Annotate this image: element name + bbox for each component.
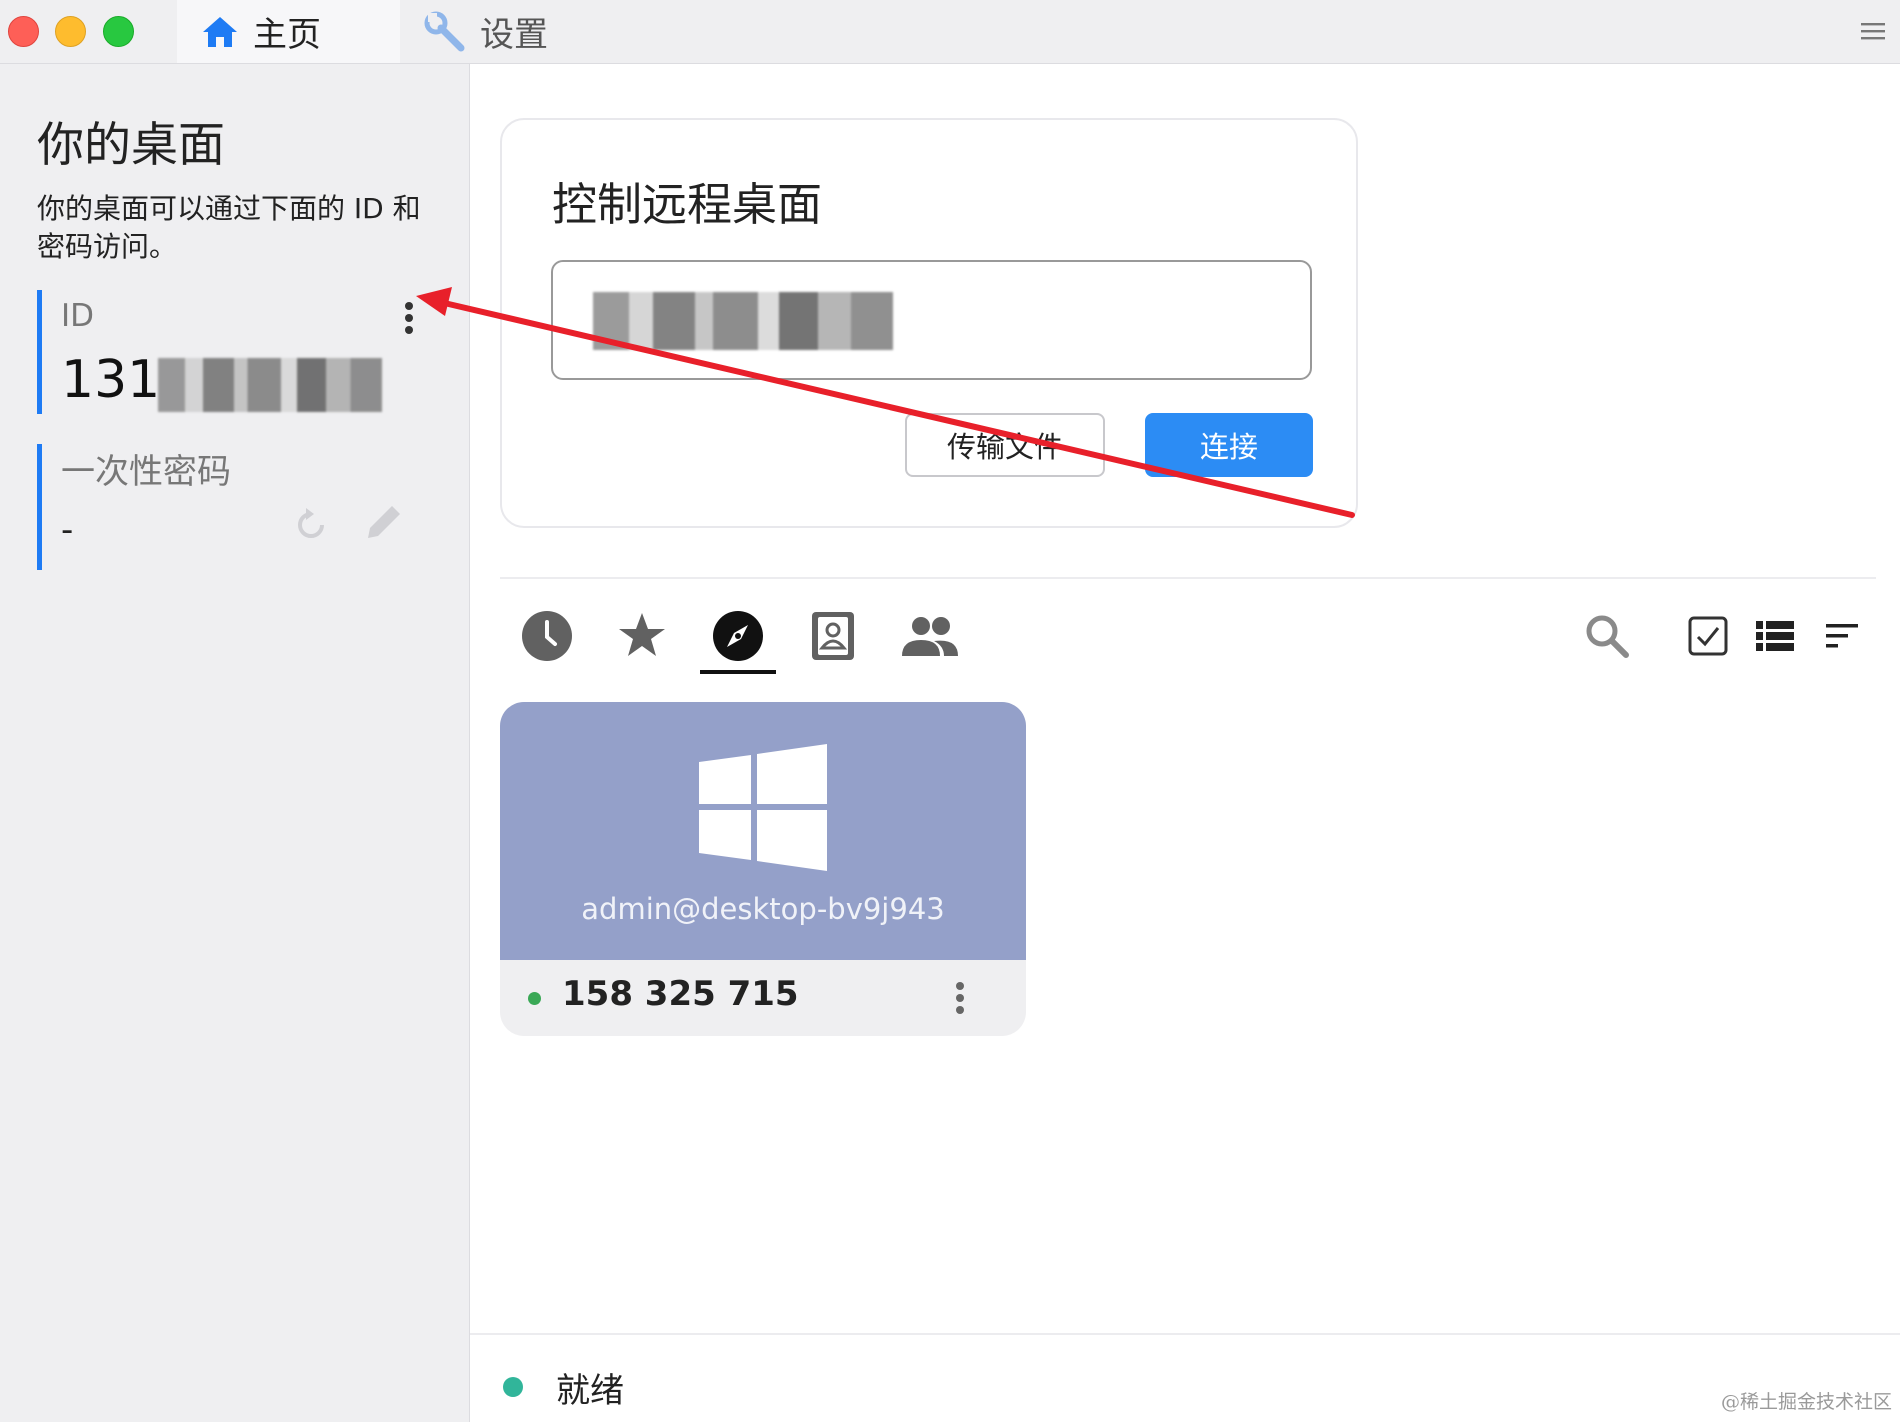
- wrench-icon: [424, 11, 465, 51]
- star-icon: [619, 613, 665, 656]
- address-book-icon: [812, 612, 854, 660]
- transfer-file-button[interactable]: 传输文件: [905, 413, 1105, 477]
- edit-pencil-icon[interactable]: [362, 500, 406, 544]
- id-label: ID: [61, 298, 95, 334]
- your-desktop-description: 你的桌面可以通过下面的 ID 和密码访问。: [37, 192, 421, 263]
- password-label: 一次性密码: [61, 452, 231, 492]
- control-remote-desktop-title: 控制远程桌面: [552, 178, 823, 231]
- status-text: 就绪: [556, 1371, 624, 1411]
- window-close-button[interactable]: [8, 16, 39, 47]
- refresh-icon[interactable]: [290, 504, 332, 546]
- compass-icon: [713, 611, 763, 661]
- password-value: -: [61, 510, 74, 550]
- sort-button[interactable]: [1818, 612, 1866, 660]
- peer-thumbnail: admin@desktop-bv9j943: [500, 702, 1026, 960]
- peer-footer: 158 325 715: [500, 960, 1026, 1036]
- watermark: @稀土掘金技术社区: [1720, 1391, 1892, 1413]
- tab-recent-sessions[interactable]: [512, 606, 582, 666]
- select-mode-button[interactable]: [1684, 612, 1732, 660]
- tab-group[interactable]: [895, 606, 965, 666]
- peer-username: admin@desktop-bv9j943: [581, 892, 945, 926]
- id-section: ID 131: [37, 290, 422, 414]
- id-more-options-button[interactable]: [403, 302, 415, 338]
- peer-more-options-button[interactable]: [954, 982, 966, 1018]
- checkbox-icon: [1688, 616, 1728, 656]
- title-bar: 主页 设置: [0, 0, 1900, 64]
- your-desktop-title: 你的桌面: [37, 118, 225, 173]
- status-indicator-dot: [503, 1377, 523, 1397]
- list-view-button[interactable]: [1751, 612, 1799, 660]
- peer-id: 158 325 715: [562, 974, 799, 1014]
- section-divider: [500, 577, 1876, 579]
- tab-settings-label: 设置: [480, 15, 548, 55]
- password-section: 一次性密码 -: [37, 444, 422, 570]
- id-value-prefix: 131: [61, 350, 161, 410]
- window-maximize-button[interactable]: [103, 16, 134, 47]
- tab-home-label: 主页: [253, 15, 321, 55]
- left-panel: 你的桌面 你的桌面可以通过下面的 ID 和密码访问。 ID 131 一次性密码 …: [0, 64, 470, 1422]
- id-value-redacted: [158, 358, 382, 412]
- window-minimize-button[interactable]: [55, 16, 86, 47]
- status-bar: 就绪: [470, 1333, 1900, 1424]
- group-icon: [902, 617, 958, 656]
- peer-card[interactable]: admin@desktop-bv9j943 158 325 715: [500, 702, 1026, 1036]
- tab-discovered[interactable]: [700, 606, 776, 674]
- search-icon: [1586, 615, 1629, 658]
- id-value[interactable]: 131: [61, 350, 160, 410]
- hamburger-menu-icon[interactable]: [1860, 18, 1886, 44]
- windows-icon: [699, 744, 827, 871]
- connect-button[interactable]: 连接: [1145, 413, 1313, 477]
- tab-settings[interactable]: 设置: [420, 0, 624, 63]
- online-status-dot: [528, 992, 541, 1005]
- search-button[interactable]: [1583, 612, 1631, 660]
- clock-icon: [522, 611, 572, 661]
- home-icon: [203, 16, 237, 47]
- tab-favorites[interactable]: [607, 606, 677, 666]
- tab-home[interactable]: 主页: [177, 0, 400, 63]
- control-remote-desktop-card: 控制远程桌面 传输文件 连接: [500, 118, 1358, 528]
- remote-id-redacted: [593, 292, 893, 350]
- sort-icon: [1826, 624, 1858, 648]
- remote-id-input[interactable]: [551, 260, 1312, 380]
- tab-address-book[interactable]: [798, 606, 868, 666]
- list-view-icon: [1756, 621, 1794, 651]
